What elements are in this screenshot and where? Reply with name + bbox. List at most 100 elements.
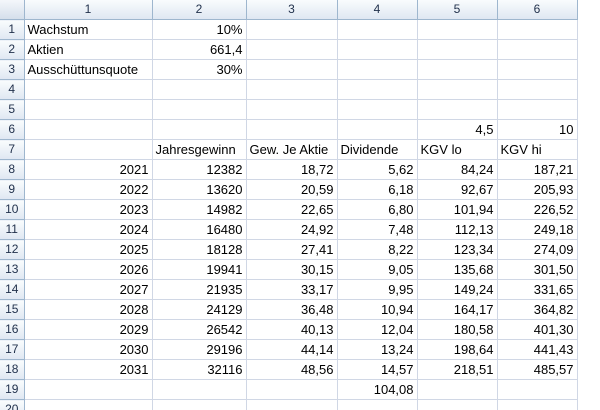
- row-header[interactable]: 3: [0, 59, 25, 80]
- cell[interactable]: 401,30: [497, 319, 578, 340]
- cell[interactable]: [24, 119, 153, 140]
- cell[interactable]: KGV hi: [497, 139, 578, 160]
- row-header[interactable]: 15: [0, 299, 25, 320]
- cell[interactable]: 92,67: [417, 179, 498, 200]
- cell[interactable]: [337, 99, 418, 120]
- cell[interactable]: [24, 99, 153, 120]
- cell[interactable]: 6,80: [337, 199, 418, 220]
- cell[interactable]: [24, 79, 153, 100]
- cell[interactable]: [24, 379, 153, 400]
- cell[interactable]: [152, 379, 247, 400]
- cell[interactable]: 30,15: [246, 259, 338, 280]
- cell[interactable]: [246, 19, 338, 40]
- cell[interactable]: [246, 99, 338, 120]
- row-header[interactable]: 4: [0, 79, 25, 100]
- cell[interactable]: 19941: [152, 259, 247, 280]
- cell[interactable]: 187,21: [497, 159, 578, 180]
- cell[interactable]: 13,24: [337, 339, 418, 360]
- row-header[interactable]: 6: [0, 119, 25, 140]
- cell[interactable]: 13620: [152, 179, 247, 200]
- cell[interactable]: [337, 19, 418, 40]
- cell[interactable]: [497, 99, 578, 120]
- cell[interactable]: 226,52: [497, 199, 578, 220]
- cell[interactable]: 10%: [152, 19, 247, 40]
- cell[interactable]: Aktien: [24, 39, 153, 60]
- cell[interactable]: 123,34: [417, 239, 498, 260]
- cell[interactable]: [337, 39, 418, 60]
- row-header[interactable]: 19: [0, 379, 25, 400]
- cell[interactable]: 6,18: [337, 179, 418, 200]
- column-header[interactable]: 2: [152, 0, 247, 20]
- cell[interactable]: [337, 399, 418, 410]
- row-header[interactable]: 16: [0, 319, 25, 340]
- cell[interactable]: [497, 59, 578, 80]
- cell[interactable]: [246, 79, 338, 100]
- cell[interactable]: Gew. Je Aktie: [246, 139, 338, 160]
- cell[interactable]: 9,05: [337, 259, 418, 280]
- cell[interactable]: [497, 79, 578, 100]
- cell[interactable]: 32116: [152, 359, 247, 380]
- cell[interactable]: [337, 59, 418, 80]
- cell[interactable]: 14982: [152, 199, 247, 220]
- cell[interactable]: 16480: [152, 219, 247, 240]
- row-header[interactable]: 20: [0, 399, 25, 410]
- column-header[interactable]: 5: [417, 0, 498, 20]
- cell[interactable]: 198,64: [417, 339, 498, 360]
- cell[interactable]: Dividende: [337, 139, 418, 160]
- cell[interactable]: 364,82: [497, 299, 578, 320]
- cell[interactable]: 2024: [24, 219, 153, 240]
- row-header[interactable]: 10: [0, 199, 25, 220]
- row-header[interactable]: 2: [0, 39, 25, 60]
- column-header[interactable]: 6: [497, 0, 578, 20]
- cell[interactable]: 661,4: [152, 39, 247, 60]
- cell[interactable]: 20,59: [246, 179, 338, 200]
- cell[interactable]: [246, 399, 338, 410]
- cell[interactable]: 48,56: [246, 359, 338, 380]
- cell[interactable]: [417, 79, 498, 100]
- row-header[interactable]: 7: [0, 139, 25, 160]
- cell[interactable]: 101,94: [417, 199, 498, 220]
- cell[interactable]: [417, 39, 498, 60]
- cell[interactable]: 2022: [24, 179, 153, 200]
- row-header[interactable]: 8: [0, 159, 25, 180]
- cell[interactable]: [497, 39, 578, 60]
- cell[interactable]: [417, 379, 498, 400]
- cell[interactable]: 26542: [152, 319, 247, 340]
- cell[interactable]: 112,13: [417, 219, 498, 240]
- column-header[interactable]: 1: [24, 0, 153, 20]
- row-header[interactable]: 12: [0, 239, 25, 260]
- cell[interactable]: 10,94: [337, 299, 418, 320]
- column-header[interactable]: 3: [246, 0, 338, 20]
- cell[interactable]: [24, 139, 153, 160]
- cell[interactable]: 2031: [24, 359, 153, 380]
- row-header[interactable]: 9: [0, 179, 25, 200]
- cell[interactable]: 218,51: [417, 359, 498, 380]
- cell[interactable]: 301,50: [497, 259, 578, 280]
- cell[interactable]: Ausschüttunsquote: [24, 59, 153, 80]
- cell[interactable]: [497, 399, 578, 410]
- row-header[interactable]: 5: [0, 99, 25, 120]
- cell[interactable]: 2021: [24, 159, 153, 180]
- cell[interactable]: 12382: [152, 159, 247, 180]
- cell[interactable]: 2029: [24, 319, 153, 340]
- cell[interactable]: [24, 399, 153, 410]
- cell[interactable]: [246, 39, 338, 60]
- cell[interactable]: 10: [497, 119, 578, 140]
- cell[interactable]: [152, 399, 247, 410]
- row-header[interactable]: 17: [0, 339, 25, 360]
- cell[interactable]: [246, 59, 338, 80]
- cell[interactable]: [337, 79, 418, 100]
- row-header[interactable]: 14: [0, 279, 25, 300]
- cell[interactable]: 249,18: [497, 219, 578, 240]
- cell[interactable]: 18128: [152, 239, 247, 260]
- cell[interactable]: 2030: [24, 339, 153, 360]
- cell[interactable]: 2026: [24, 259, 153, 280]
- cell[interactable]: 7,48: [337, 219, 418, 240]
- cell[interactable]: 24129: [152, 299, 247, 320]
- cell[interactable]: 205,93: [497, 179, 578, 200]
- cell[interactable]: [152, 99, 247, 120]
- cell[interactable]: 180,58: [417, 319, 498, 340]
- row-header[interactable]: 13: [0, 259, 25, 280]
- cell[interactable]: 2023: [24, 199, 153, 220]
- cell[interactable]: 149,24: [417, 279, 498, 300]
